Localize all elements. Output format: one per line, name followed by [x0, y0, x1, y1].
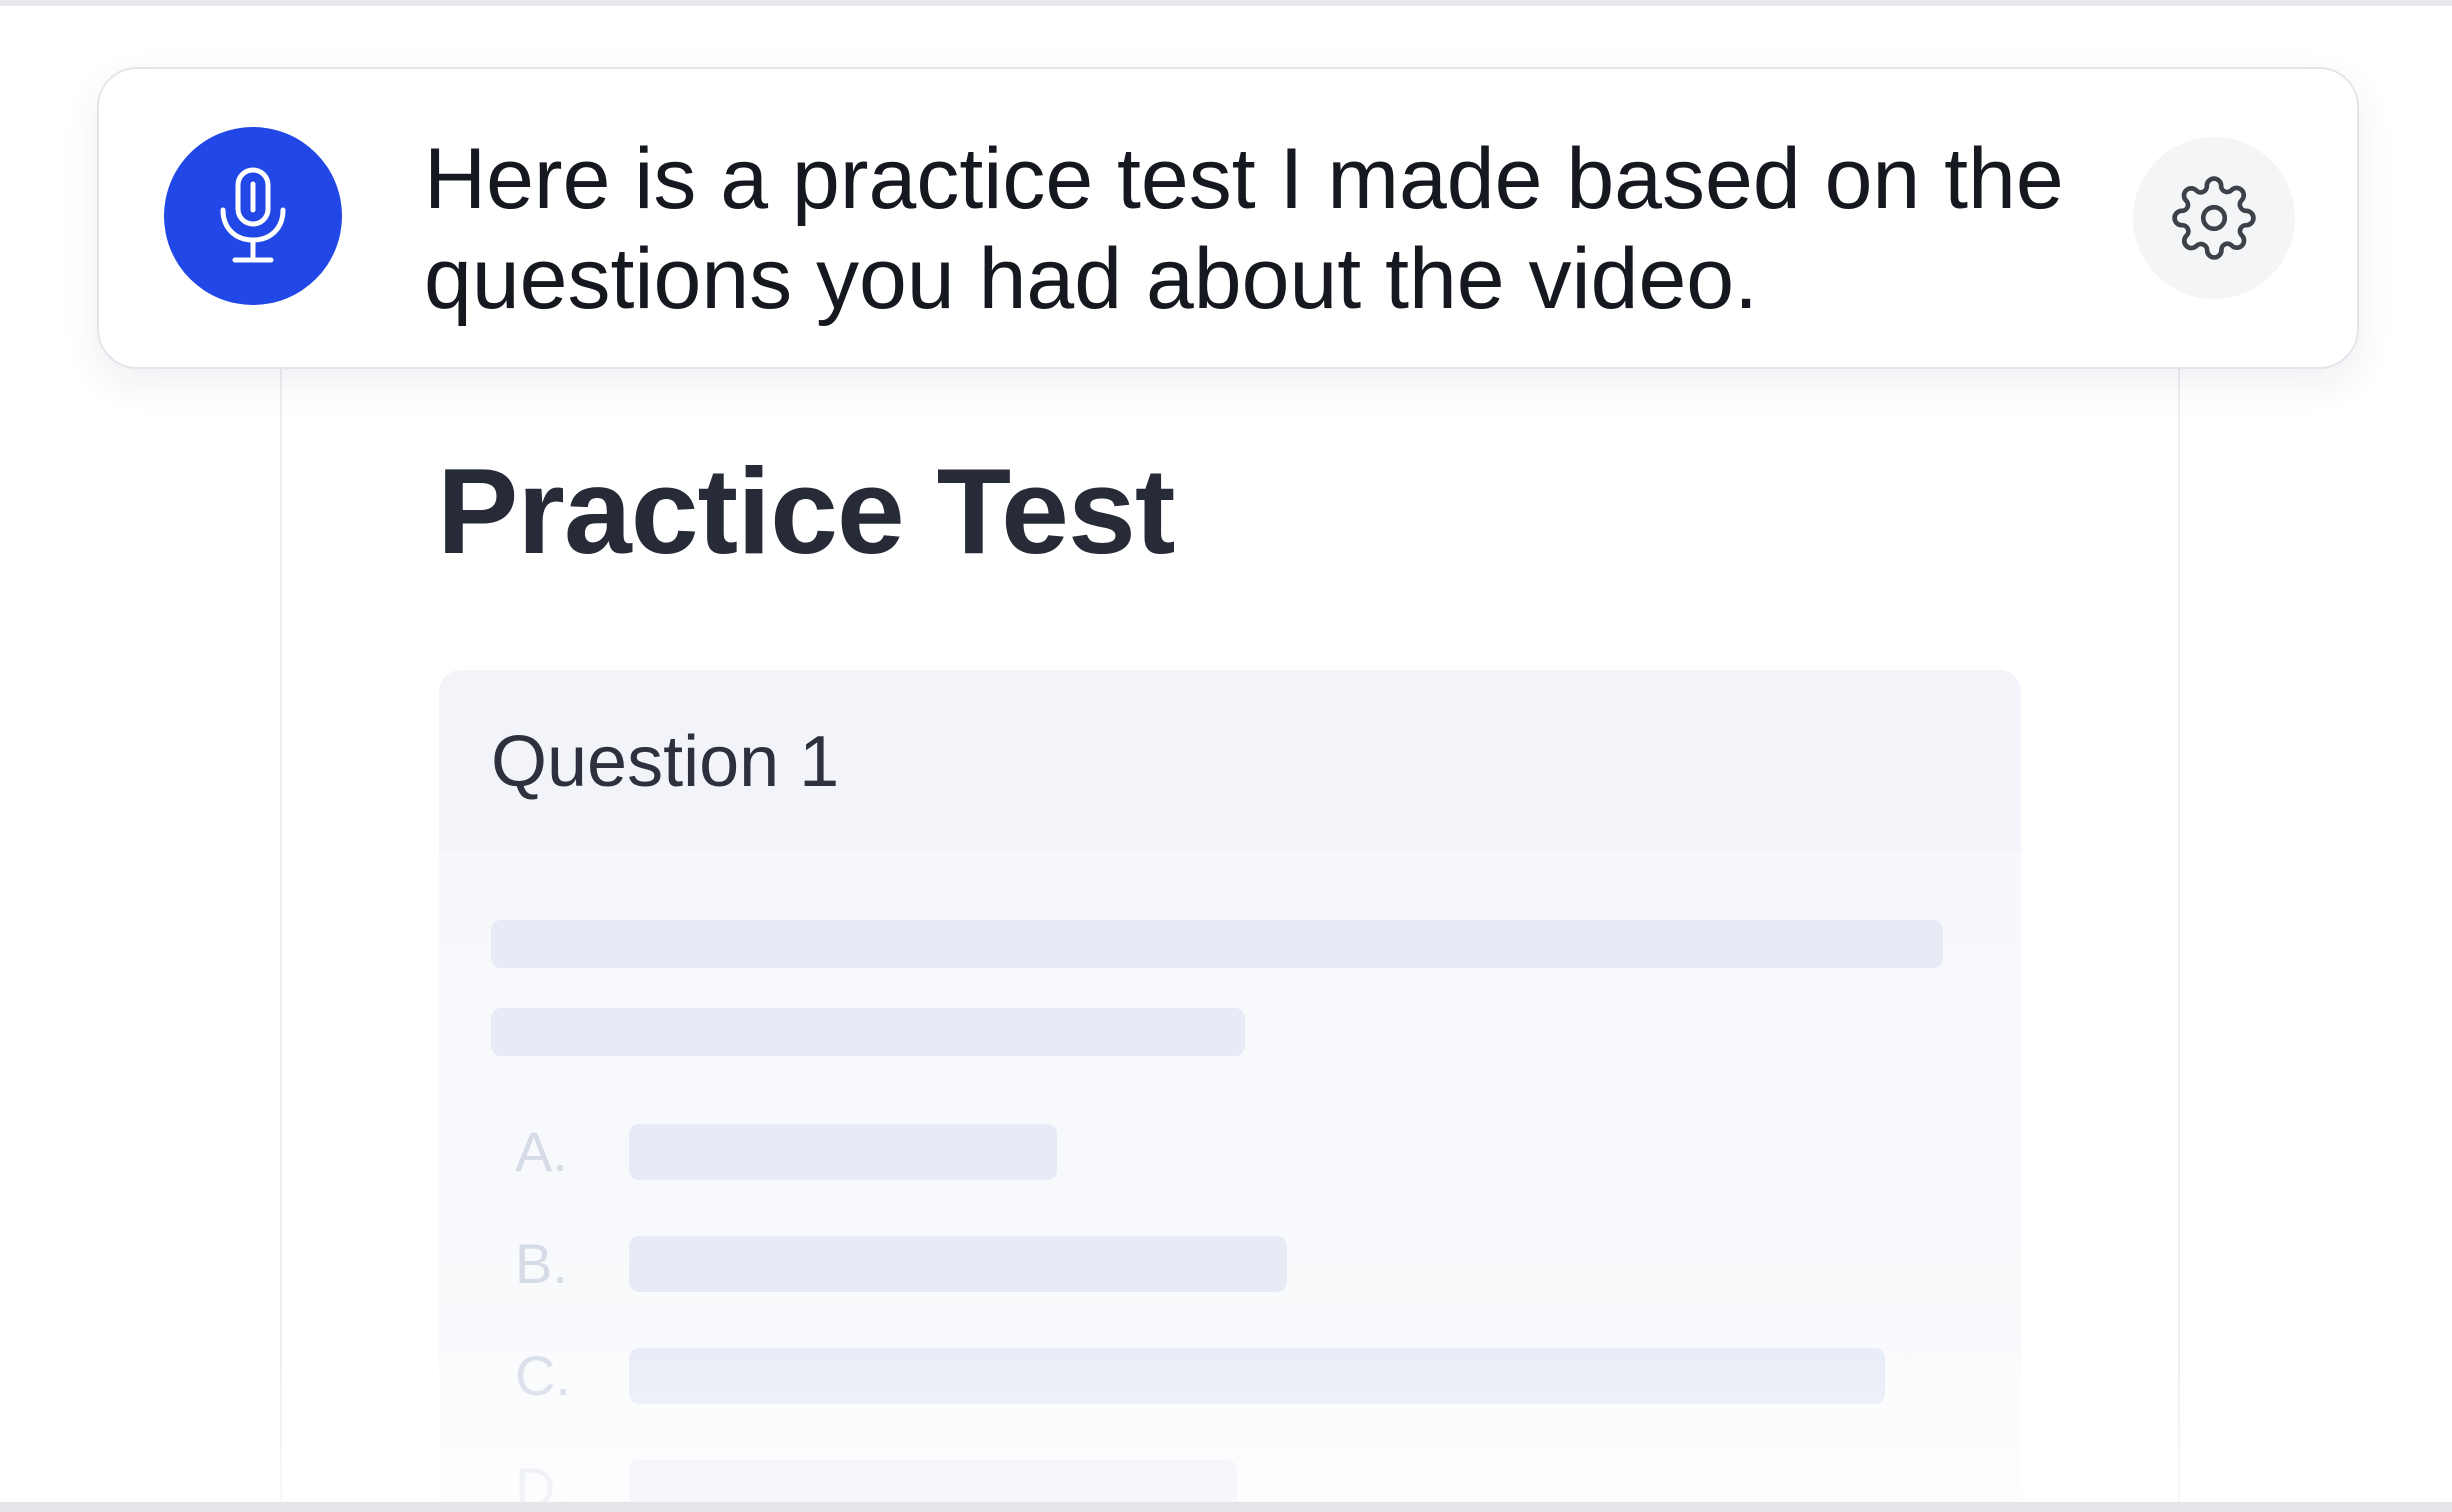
- page-title: Practice Test: [437, 443, 1175, 579]
- assistant-bar: Here is a practice test I made based on …: [97, 67, 2359, 369]
- microphone-button[interactable]: [164, 127, 342, 305]
- microphone-icon: [215, 166, 291, 266]
- document-sheet: Practice Test Question 1 A. B. C. D.: [280, 330, 2180, 1512]
- question-card: Question 1 A. B. C. D.: [439, 670, 2021, 1512]
- answer-option-c[interactable]: C.: [439, 1346, 2021, 1406]
- question-header: Question 1: [439, 670, 2021, 850]
- assistant-message: Here is a practice test I made based on …: [424, 131, 2064, 327]
- option-letter: A.: [515, 1120, 568, 1183]
- option-letter: B.: [515, 1232, 568, 1295]
- option-text-placeholder: [629, 1236, 1287, 1292]
- option-text-placeholder: [629, 1348, 1885, 1404]
- gear-icon: [2171, 175, 2257, 261]
- question-text-placeholder: [491, 920, 1943, 968]
- option-letter: C.: [515, 1344, 571, 1407]
- option-text-placeholder: [629, 1124, 1057, 1180]
- top-divider: [0, 0, 2452, 6]
- answer-option-b[interactable]: B.: [439, 1234, 2021, 1294]
- answer-option-a[interactable]: A.: [439, 1122, 2021, 1182]
- question-text-placeholder: [491, 1008, 1245, 1056]
- settings-button[interactable]: [2133, 137, 2295, 299]
- bottom-divider: [0, 1502, 2452, 1512]
- practice-test-screen: Practice Test Question 1 A. B. C. D. Her…: [0, 0, 2452, 1512]
- question-label: Question 1: [491, 722, 840, 802]
